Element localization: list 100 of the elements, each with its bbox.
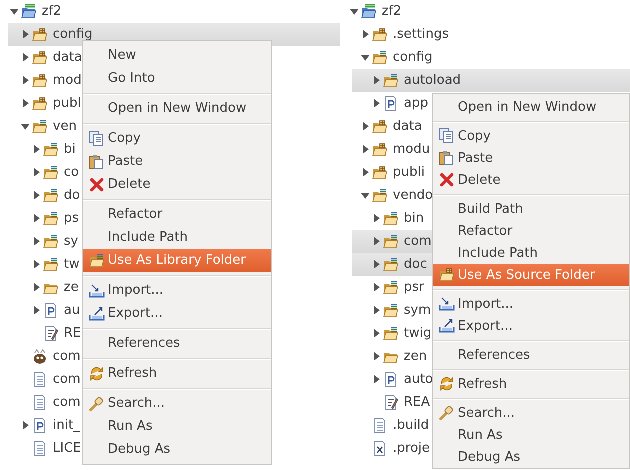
menu-item[interactable]: Refresh	[433, 373, 629, 395]
menu-item[interactable]: References	[83, 332, 271, 355]
collapsed-arrow-icon[interactable]	[372, 214, 381, 223]
menu-item[interactable]: Delete	[83, 173, 271, 196]
tree-item-label[interactable]: ps	[64, 211, 80, 226]
collapsed-arrow-icon[interactable]	[21, 30, 30, 39]
menu-item[interactable]: Go Into	[83, 67, 271, 90]
tree-item-label[interactable]: .proje	[393, 441, 430, 456]
menu-item[interactable]: Build Path	[433, 198, 629, 220]
menu-item[interactable]: Search...	[83, 392, 271, 415]
expanded-arrow-icon[interactable]	[361, 53, 370, 62]
tree-item-label[interactable]: sym	[404, 303, 432, 318]
menu-item[interactable]: Export...	[433, 315, 629, 337]
collapsed-arrow-icon[interactable]	[361, 145, 370, 154]
tree-item-label[interactable]: vendo	[393, 188, 434, 203]
collapsed-arrow-icon[interactable]	[372, 352, 381, 361]
menu-item[interactable]: Include Path	[83, 226, 271, 249]
menu-item[interactable]: Open in New Window	[433, 96, 629, 118]
tree-item-label[interactable]: app	[404, 96, 428, 111]
tree-item-label[interactable]: modu	[393, 142, 430, 157]
menu-item[interactable]: References	[433, 344, 629, 366]
tree-item-label[interactable]: zen	[404, 349, 428, 364]
tree-item-label[interactable]: com	[53, 372, 81, 387]
menu-item[interactable]: Copy	[433, 125, 629, 147]
menu-item[interactable]: New	[83, 44, 271, 67]
tree-item-label[interactable]: com	[53, 349, 81, 364]
tree-item-label[interactable]: publi	[393, 165, 425, 180]
tree-item-label[interactable]: zf2	[42, 4, 62, 19]
collapsed-arrow-icon[interactable]	[32, 237, 41, 246]
collapsed-arrow-icon[interactable]	[372, 375, 381, 384]
tree-item-label[interactable]: com	[404, 234, 432, 249]
collapsed-arrow-icon[interactable]	[361, 168, 370, 177]
collapsed-arrow-icon[interactable]	[372, 283, 381, 292]
tree-item-label[interactable]: publ	[53, 96, 82, 111]
collapsed-arrow-icon[interactable]	[361, 122, 370, 131]
tree-item-label[interactable]: config	[393, 50, 433, 65]
menu-item[interactable]: Export...	[83, 302, 271, 325]
collapsed-arrow-icon[interactable]	[372, 237, 381, 246]
tree-item-label[interactable]: .build	[393, 418, 430, 433]
tree-item-label[interactable]: zf2	[382, 4, 402, 19]
menu-item[interactable]: Import...	[83, 279, 271, 302]
tree-item-label[interactable]: REA	[404, 395, 430, 410]
collapsed-arrow-icon[interactable]	[32, 191, 41, 200]
tree-item-label[interactable]: twig	[404, 326, 432, 341]
tree-item-label[interactable]: init_	[53, 418, 80, 433]
tree-item-label[interactable]: auto	[404, 372, 434, 387]
tree-item-label[interactable]: .settings	[393, 27, 449, 42]
expanded-arrow-icon[interactable]	[350, 7, 359, 16]
menu-item[interactable]: Paste	[83, 150, 271, 173]
menu-item[interactable]: Open in New Window	[83, 97, 271, 120]
expanded-arrow-icon[interactable]	[21, 122, 30, 131]
tree-item-label[interactable]: bi	[64, 142, 76, 157]
collapsed-arrow-icon[interactable]	[32, 283, 41, 292]
expanded-arrow-icon[interactable]	[10, 7, 19, 16]
tree-item-label[interactable]: do	[64, 188, 80, 203]
menu-item[interactable]: Refresh	[83, 362, 271, 385]
tree-item-label[interactable]: data	[393, 119, 422, 134]
menu-item[interactable]: Debug As	[433, 446, 629, 468]
collapsed-arrow-icon[interactable]	[32, 168, 41, 177]
tree-item-label[interactable]: com	[53, 395, 81, 410]
tree-item-label[interactable]: LICE	[53, 441, 82, 456]
tree-item-label[interactable]: doc	[404, 257, 428, 272]
tree-item-label[interactable]: ze	[64, 280, 79, 295]
tree-item-label[interactable]: RE	[64, 326, 82, 341]
menu-item[interactable]: Refactor	[433, 220, 629, 242]
menu-item[interactable]: Include Path	[433, 242, 629, 264]
tree-item-label[interactable]: sy	[64, 234, 78, 249]
menu-item[interactable]: Delete	[433, 169, 629, 191]
menu-item[interactable]: Run As	[433, 424, 629, 446]
expanded-arrow-icon[interactable]	[361, 191, 370, 200]
menu-item[interactable]: Refactor	[83, 203, 271, 226]
tree-item-label[interactable]: ven	[53, 119, 77, 134]
menu-item[interactable]: Import...	[433, 293, 629, 315]
tree-item-label[interactable]: psr	[404, 280, 424, 295]
collapsed-arrow-icon[interactable]	[21, 99, 30, 108]
tree-item-label[interactable]: mod	[53, 73, 82, 88]
collapsed-arrow-icon[interactable]	[21, 76, 30, 85]
menu-item[interactable]: Copy	[83, 127, 271, 150]
collapsed-arrow-icon[interactable]	[372, 329, 381, 338]
tree-item-label[interactable]: tw	[64, 257, 80, 272]
menu-item[interactable]: Paste	[433, 147, 629, 169]
tree-item-label[interactable]: au	[64, 303, 80, 318]
menu-item[interactable]: Debug As	[83, 438, 271, 461]
collapsed-arrow-icon[interactable]	[32, 260, 41, 269]
tree-item-label[interactable]: autoload	[404, 73, 462, 88]
tree-item-label[interactable]: config	[53, 27, 93, 42]
collapsed-arrow-icon[interactable]	[372, 76, 381, 85]
collapsed-arrow-icon[interactable]	[32, 214, 41, 223]
collapsed-arrow-icon[interactable]	[21, 53, 30, 62]
menu-item[interactable]: Search...	[433, 402, 629, 424]
tree-item-label[interactable]: data	[53, 50, 82, 65]
collapsed-arrow-icon[interactable]	[32, 306, 41, 315]
menu-item[interactable]: Run As	[83, 415, 271, 438]
tree-item-label[interactable]: co	[64, 165, 80, 180]
collapsed-arrow-icon[interactable]	[32, 145, 41, 154]
collapsed-arrow-icon[interactable]	[21, 421, 30, 430]
tree-item-label[interactable]: bin	[404, 211, 424, 226]
collapsed-arrow-icon[interactable]	[372, 99, 381, 108]
collapsed-arrow-icon[interactable]	[372, 260, 381, 269]
collapsed-arrow-icon[interactable]	[372, 306, 381, 315]
